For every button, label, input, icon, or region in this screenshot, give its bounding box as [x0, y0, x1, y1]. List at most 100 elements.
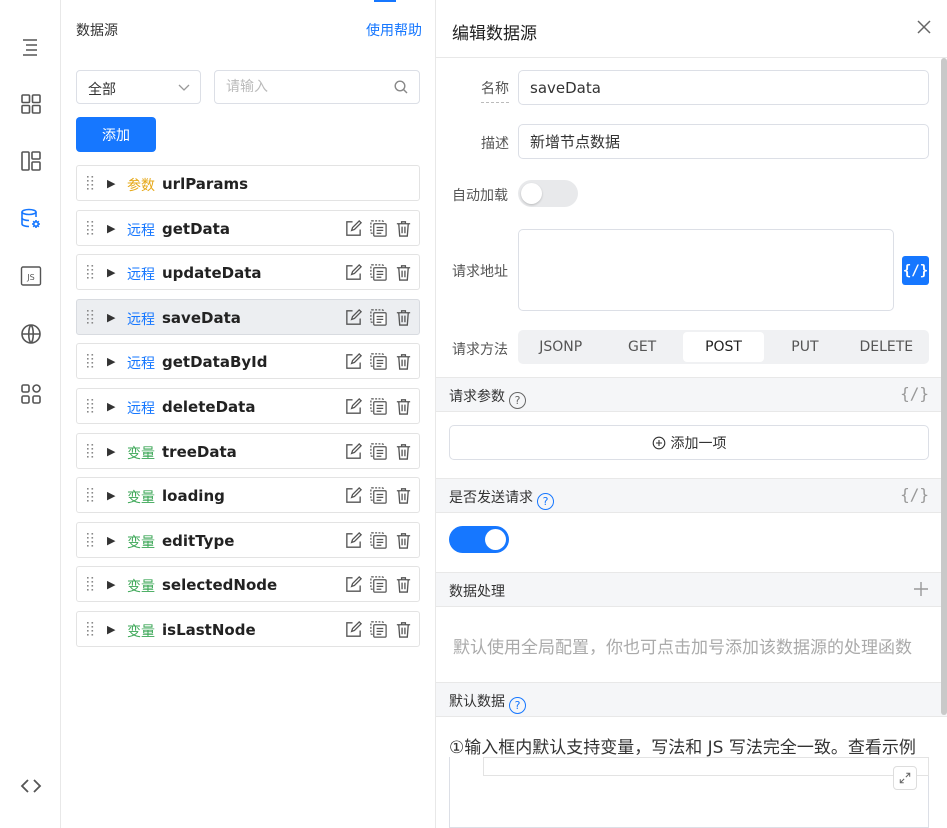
- layout-icon[interactable]: [17, 147, 45, 175]
- method-option-delete[interactable]: DELETE: [846, 332, 927, 362]
- copy-icon[interactable]: [369, 352, 388, 371]
- datasource-type-tag: 远程: [127, 267, 155, 284]
- url-expression-button[interactable]: {/}: [902, 256, 929, 285]
- help-icon[interactable]: ?: [537, 493, 554, 510]
- delete-icon[interactable]: [394, 442, 413, 461]
- delete-icon[interactable]: [394, 620, 413, 639]
- edit-icon[interactable]: [344, 620, 363, 639]
- delete-icon[interactable]: [394, 263, 413, 282]
- expand-triangle-icon[interactable]: ▶: [107, 578, 115, 591]
- js-icon[interactable]: JS: [17, 262, 45, 290]
- method-option-put[interactable]: PUT: [764, 332, 845, 362]
- delete-icon[interactable]: [394, 531, 413, 550]
- drag-handle-icon[interactable]: [87, 397, 95, 415]
- method-option-jsonp[interactable]: JSONP: [520, 332, 601, 362]
- expand-triangle-icon[interactable]: ▶: [107, 489, 115, 502]
- send-request-toggle[interactable]: [449, 526, 509, 553]
- datasource-item-saveData[interactable]: ▶ 远程 saveData: [76, 298, 420, 335]
- datasource-item-deleteData[interactable]: ▶ 远程 deleteData: [76, 387, 420, 424]
- drag-handle-icon[interactable]: [87, 219, 95, 237]
- drag-handle-icon[interactable]: [87, 620, 95, 638]
- send-expression-button[interactable]: {/}: [900, 485, 929, 504]
- delete-icon[interactable]: [394, 397, 413, 416]
- datasource-item-updateData[interactable]: ▶ 远程 updateData: [76, 254, 420, 291]
- datasource-item-urlParams[interactable]: ▶ 参数 urlParams: [76, 165, 420, 201]
- edit-icon[interactable]: [344, 397, 363, 416]
- copy-icon[interactable]: [369, 620, 388, 639]
- edit-icon[interactable]: [344, 263, 363, 282]
- edit-icon[interactable]: [344, 219, 363, 238]
- drag-handle-icon[interactable]: [87, 575, 95, 593]
- url-textarea[interactable]: [518, 229, 894, 311]
- copy-icon[interactable]: [369, 442, 388, 461]
- drag-handle-icon[interactable]: [87, 174, 95, 192]
- expand-triangle-icon[interactable]: ▶: [107, 355, 115, 368]
- code-icon[interactable]: [17, 772, 45, 800]
- drag-handle-icon[interactable]: [87, 308, 95, 326]
- drag-handle-icon[interactable]: [87, 352, 95, 370]
- delete-icon[interactable]: [394, 575, 413, 594]
- copy-icon[interactable]: [369, 263, 388, 282]
- expand-triangle-icon[interactable]: ▶: [107, 623, 115, 636]
- autoload-toggle[interactable]: [518, 180, 578, 207]
- help-icon[interactable]: ?: [509, 697, 526, 714]
- copy-icon[interactable]: [369, 531, 388, 550]
- datasource-item-loading[interactable]: ▶ 变量 loading: [76, 477, 420, 514]
- process-hint: 默认使用全局配置，你也可点击加号添加该数据源的处理函数: [453, 638, 912, 658]
- edit-icon[interactable]: [344, 575, 363, 594]
- name-field[interactable]: [518, 70, 929, 105]
- search-input[interactable]: [214, 70, 420, 104]
- edit-icon[interactable]: [344, 486, 363, 505]
- expand-triangle-icon[interactable]: ▶: [107, 400, 115, 413]
- expand-triangle-icon[interactable]: ▶: [107, 266, 115, 279]
- search-icon[interactable]: [393, 79, 409, 95]
- drag-handle-icon[interactable]: [87, 263, 95, 281]
- drag-handle-icon[interactable]: [87, 442, 95, 460]
- copy-icon[interactable]: [369, 575, 388, 594]
- datasource-item-treeData[interactable]: ▶ 变量 treeData: [76, 432, 420, 469]
- expand-triangle-icon[interactable]: ▶: [107, 534, 115, 547]
- type-filter-select[interactable]: 全部: [76, 70, 201, 104]
- datasource-item-isLastNode[interactable]: ▶ 变量 isLastNode: [76, 610, 420, 647]
- drag-handle-icon[interactable]: [87, 486, 95, 504]
- edit-icon[interactable]: [344, 308, 363, 327]
- panel-scrollbar[interactable]: [941, 58, 947, 715]
- datasource-name: treeData: [162, 442, 237, 461]
- components-icon[interactable]: [17, 90, 45, 118]
- edit-icon[interactable]: [344, 442, 363, 461]
- add-datasource-button[interactable]: 添加: [76, 117, 156, 152]
- edit-icon[interactable]: [344, 531, 363, 550]
- plus-icon[interactable]: [913, 581, 929, 597]
- expand-icon[interactable]: [893, 766, 917, 790]
- add-param-button[interactable]: 添加一项: [449, 425, 929, 460]
- help-link[interactable]: 使用帮助: [366, 20, 422, 40]
- params-expression-button[interactable]: {/}: [900, 384, 929, 403]
- method-option-get[interactable]: GET: [601, 332, 682, 362]
- expand-triangle-icon[interactable]: ▶: [107, 311, 115, 324]
- datasource-item-getDataById[interactable]: ▶ 远程 getDataById: [76, 343, 420, 380]
- datasource-item-editType[interactable]: ▶ 变量 editType: [76, 521, 420, 558]
- expand-triangle-icon[interactable]: ▶: [107, 445, 115, 458]
- delete-icon[interactable]: [394, 308, 413, 327]
- datasource-item-getData[interactable]: ▶ 远程 getData: [76, 209, 420, 246]
- apps-icon[interactable]: [17, 380, 45, 408]
- drag-handle-icon[interactable]: [87, 531, 95, 549]
- delete-icon[interactable]: [394, 352, 413, 371]
- method-option-post[interactable]: POST: [682, 332, 765, 362]
- globe-icon[interactable]: [17, 320, 45, 348]
- expand-triangle-icon[interactable]: ▶: [107, 177, 115, 190]
- outline-icon[interactable]: [17, 33, 45, 61]
- edit-icon[interactable]: [344, 352, 363, 371]
- datasource-item-selectedNode[interactable]: ▶ 变量 selectedNode: [76, 566, 420, 603]
- datasource-icon[interactable]: [17, 205, 45, 233]
- delete-icon[interactable]: [394, 486, 413, 505]
- help-icon[interactable]: ?: [509, 392, 526, 409]
- copy-icon[interactable]: [369, 486, 388, 505]
- copy-icon[interactable]: [369, 397, 388, 416]
- copy-icon[interactable]: [369, 308, 388, 327]
- close-icon[interactable]: [915, 18, 933, 36]
- copy-icon[interactable]: [369, 219, 388, 238]
- expand-triangle-icon[interactable]: ▶: [107, 222, 115, 235]
- desc-field[interactable]: [518, 124, 929, 159]
- delete-icon[interactable]: [394, 219, 413, 238]
